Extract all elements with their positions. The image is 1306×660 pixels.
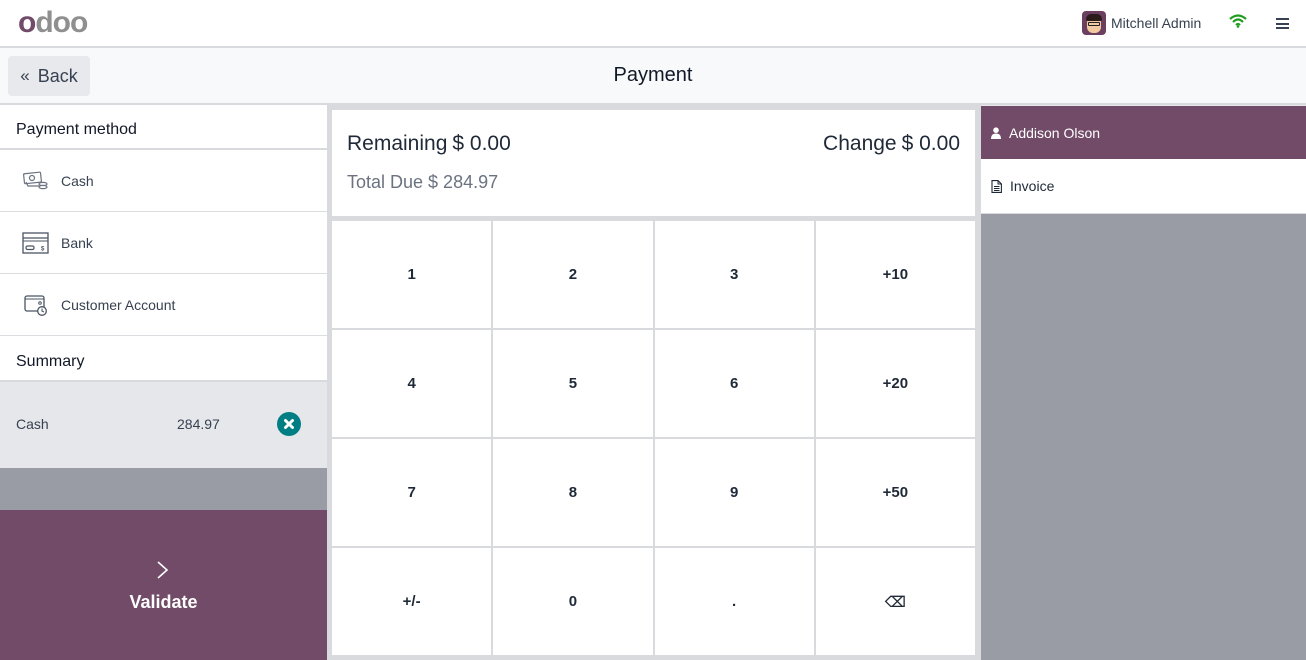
cash-icon	[23, 171, 48, 189]
numpad-key-3[interactable]: 3	[654, 221, 814, 328]
numpad: 1 2 3 +10 4 5 6 +20 7 8 9 +50 +/- 0 . ⌫	[332, 221, 975, 655]
user-name: Mitchell Admin	[1111, 15, 1202, 31]
payment-method-customer-account[interactable]: Customer Account	[0, 274, 327, 336]
numpad-key-0[interactable]: 0	[493, 548, 653, 655]
payment-method-label: Cash	[61, 172, 94, 189]
numpad-key-plus-20[interactable]: +20	[815, 330, 975, 437]
numpad-key-4[interactable]: 4	[332, 330, 492, 437]
back-label: Back	[37, 65, 78, 86]
payment-method-label: Customer Account	[61, 296, 176, 313]
bank-card-icon: $	[22, 231, 49, 254]
validate-label: Validate	[129, 592, 198, 612]
payment-method-bank[interactable]: $ Bank	[0, 212, 327, 274]
change-label: Change	[823, 132, 897, 155]
chevron-right-icon	[157, 561, 169, 579]
numpad-key-9[interactable]: 9	[654, 439, 814, 546]
numpad-key-plus-minus[interactable]: +/-	[332, 548, 492, 655]
right-panel: Addison Olson Invoice	[980, 105, 1306, 660]
payment-header: Payment « Back	[0, 48, 1306, 104]
top-navbar: odoo Mitchell Admin	[0, 0, 1306, 47]
file-text-icon	[991, 179, 1002, 193]
customer-name: Addison Olson	[1009, 124, 1101, 141]
invoice-label: Invoice	[1010, 178, 1055, 194]
delete-payment-line-button[interactable]	[277, 412, 301, 436]
summary-title: Summary	[0, 336, 327, 382]
user-icon	[991, 126, 1001, 139]
odoo-logo: odoo	[18, 6, 88, 39]
numpad-key-2[interactable]: 2	[493, 221, 653, 328]
numpad-key-8[interactable]: 8	[493, 439, 653, 546]
numpad-key-1[interactable]: 1	[332, 221, 492, 328]
change-value: $ 0.00	[901, 132, 960, 155]
change-amount: Change $ 0.00	[823, 132, 960, 156]
numpad-key-7[interactable]: 7	[332, 439, 492, 546]
customer-button[interactable]: Addison Olson	[981, 105, 1306, 159]
validate-button[interactable]: Validate	[0, 510, 327, 660]
total-due-label: Total Due	[347, 172, 424, 192]
customer-account-icon	[24, 294, 47, 316]
numpad-key-decimal[interactable]: .	[654, 548, 814, 655]
backspace-icon[interactable]: ⌫	[815, 548, 975, 655]
payment-line[interactable]: Cash 284.97	[0, 382, 327, 468]
payment-method-cash[interactable]: Cash	[0, 150, 327, 212]
remaining-label: Remaining	[347, 132, 448, 155]
numpad-key-5[interactable]: 5	[493, 330, 653, 437]
wifi-icon[interactable]	[1229, 14, 1247, 28]
logo-text: doo	[35, 6, 88, 39]
numpad-key-6[interactable]: 6	[654, 330, 814, 437]
payment-method-title: Payment method	[0, 105, 327, 150]
total-due: Total Due $ 284.97	[347, 172, 498, 193]
remaining-amount: Remaining $ 0.00	[347, 132, 511, 156]
payment-line-method: Cash	[16, 416, 49, 432]
remaining-value: $ 0.00	[452, 132, 511, 155]
page-title: Payment	[613, 64, 693, 86]
close-icon	[284, 419, 294, 429]
numpad-key-plus-10[interactable]: +10	[815, 221, 975, 328]
invoice-toggle[interactable]: Invoice	[981, 159, 1306, 214]
avatar	[1082, 11, 1106, 35]
double-chevron-left-icon: «	[20, 66, 30, 85]
total-due-value: $ 284.97	[428, 172, 499, 192]
user-menu[interactable]: Mitchell Admin	[1082, 11, 1201, 35]
left-panel: Payment method Cash $ Bank Customer Acco…	[0, 105, 327, 660]
hamburger-menu-icon[interactable]	[1276, 18, 1289, 29]
svg-text:$: $	[41, 246, 45, 252]
payment-status-panel: Remaining $ 0.00 Change $ 0.00 Total Due $ …	[332, 110, 975, 216]
payment-line-amount: 284.97	[177, 416, 220, 432]
back-button[interactable]: « Back	[8, 56, 90, 96]
numpad-key-plus-50[interactable]: +50	[815, 439, 975, 546]
payment-method-label: Bank	[61, 234, 93, 251]
payment-center: Remaining $ 0.00 Change $ 0.00 Total Due $ …	[327, 105, 980, 660]
logo-letter: o	[18, 6, 36, 39]
